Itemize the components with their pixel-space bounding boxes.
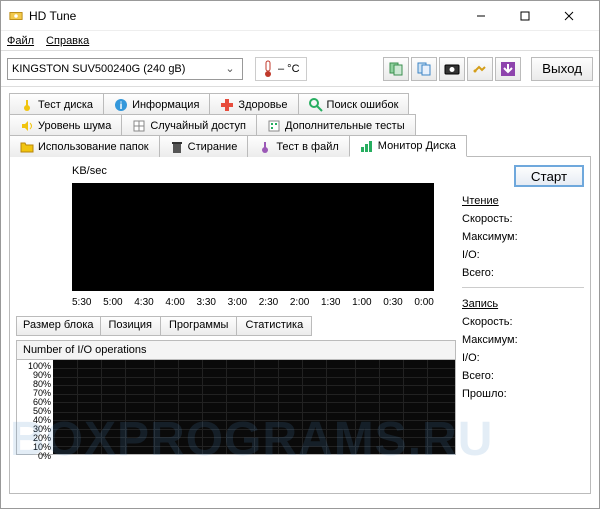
- close-button[interactable]: [547, 2, 591, 30]
- temperature-value: – °C: [278, 63, 300, 75]
- temperature-box: – °C: [255, 57, 307, 81]
- exit-button[interactable]: Выход: [531, 57, 593, 81]
- chart1-xaxis: 5:30 5:00 4:30 4:00 3:30 3:00 2:30 2:00 …: [72, 295, 434, 312]
- tab-benchmark[interactable]: Тест диска: [9, 93, 104, 115]
- write-io-label: I/O:: [462, 352, 584, 364]
- tab-folder-usage[interactable]: Использование папок: [9, 135, 160, 157]
- block-size-label: Размер блока: [16, 316, 101, 336]
- read-total-label: Всего:: [462, 267, 584, 279]
- options-button[interactable]: [467, 57, 493, 81]
- thermometer-icon: [262, 60, 274, 78]
- chart2-yaxis: 100% 90% 80% 70% 60% 50% 40% 30% 20% 10%…: [17, 360, 53, 454]
- toolbar: KINGSTON SUV500240G (240 gB) ⌄ – °C Выхо…: [1, 51, 599, 87]
- drive-select[interactable]: KINGSTON SUV500240G (240 gB) ⌄: [7, 58, 243, 80]
- chart1-ylabel: KB/sec: [16, 163, 456, 179]
- stats-sidebar: Старт Чтение Скорость: Максимум: I/O: Вс…: [462, 163, 584, 487]
- read-speed-label: Скорость:: [462, 213, 584, 225]
- subtab-statistics[interactable]: Статистика: [236, 316, 312, 336]
- titlebar: HD Tune: [1, 1, 599, 31]
- screenshot-button[interactable]: [439, 57, 465, 81]
- read-io-label: I/O:: [462, 249, 584, 261]
- read-section-label: Чтение: [462, 195, 584, 207]
- tab-disk-monitor[interactable]: Монитор Диска: [349, 135, 467, 157]
- tab-file-benchmark[interactable]: Тест в файл: [247, 135, 349, 157]
- subtab-programs[interactable]: Программы: [160, 316, 237, 336]
- copy-info-button[interactable]: [383, 57, 409, 81]
- tab-random-access[interactable]: Случайный доступ: [121, 114, 257, 136]
- tab-health[interactable]: Здоровье: [209, 93, 298, 115]
- write-total-label: Всего:: [462, 370, 584, 382]
- elapsed-label: Прошло:: [462, 388, 584, 400]
- tab-info[interactable]: iИнформация: [103, 93, 210, 115]
- tab-aam[interactable]: Уровень шума: [9, 114, 122, 136]
- tab-strip: Тест диска iИнформация Здоровье Поиск ош…: [9, 93, 591, 156]
- svg-text:i: i: [120, 101, 123, 112]
- subtab-position[interactable]: Позиция: [100, 316, 162, 336]
- minimize-button[interactable]: [459, 2, 503, 30]
- write-max-label: Максимум:: [462, 334, 584, 346]
- tab-erase[interactable]: Стирание: [159, 135, 249, 157]
- menubar: Файл Справка: [1, 31, 599, 51]
- chevron-down-icon: ⌄: [222, 62, 238, 75]
- iops-panel: Number of I/O operations 100% 90% 80% 70…: [16, 340, 456, 455]
- monitor-panel: KB/sec 5:30 5:00 4:30 4:00 3:30 3:00 2:3…: [9, 156, 591, 494]
- drive-select-text: KINGSTON SUV500240G (240 gB): [12, 63, 222, 75]
- copy-text-button[interactable]: [411, 57, 437, 81]
- tab-error-scan[interactable]: Поиск ошибок: [298, 93, 410, 115]
- iops-chart: [53, 360, 455, 454]
- iops-title: Number of I/O operations: [17, 341, 455, 360]
- save-button[interactable]: [495, 57, 521, 81]
- maximize-button[interactable]: [503, 2, 547, 30]
- write-speed-label: Скорость:: [462, 316, 584, 328]
- window-title: HD Tune: [29, 9, 459, 23]
- menu-file[interactable]: Файл: [7, 35, 34, 47]
- app-icon: [9, 9, 23, 23]
- transfer-chart: [72, 183, 434, 291]
- tab-extra-tests[interactable]: Дополнительные тесты: [256, 114, 416, 136]
- read-max-label: Максимум:: [462, 231, 584, 243]
- start-button[interactable]: Старт: [514, 165, 584, 187]
- menu-help[interactable]: Справка: [46, 35, 89, 47]
- write-section-label: Запись: [462, 298, 584, 310]
